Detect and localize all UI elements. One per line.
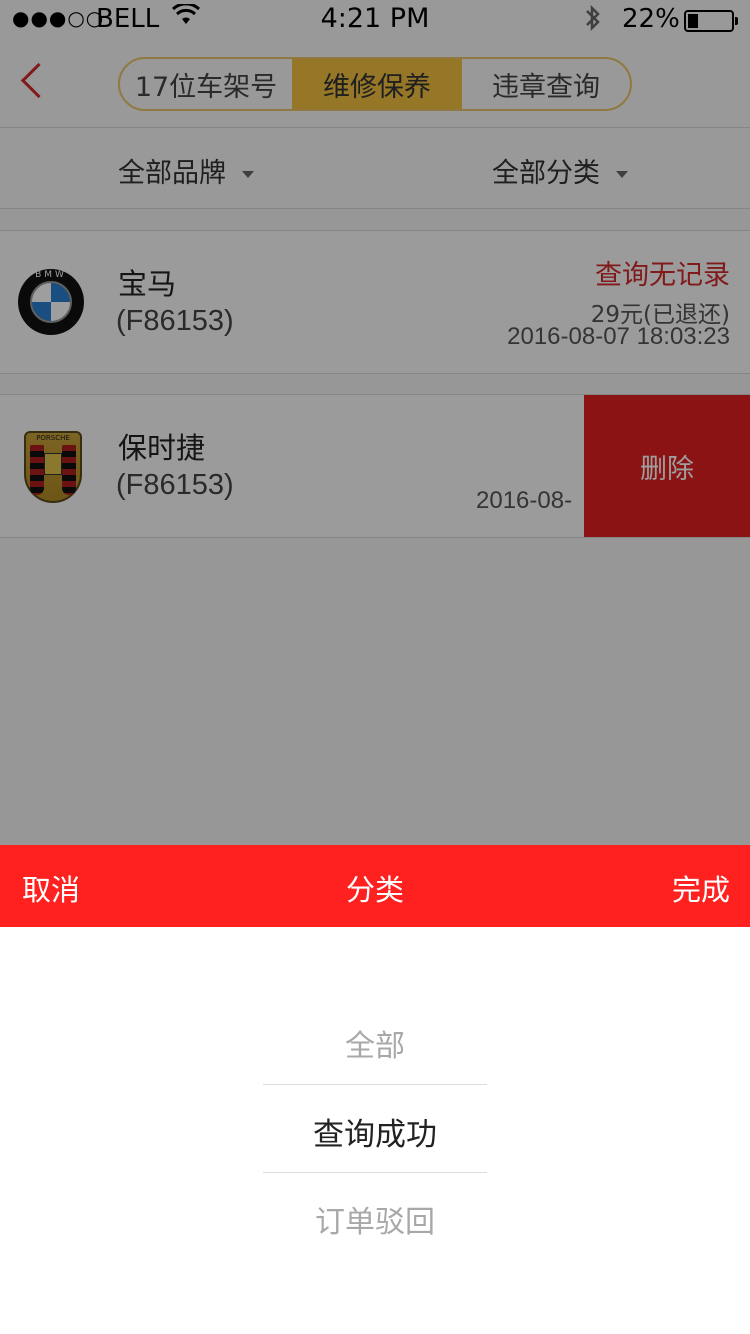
category-picker[interactable]: 全部 查询成功 订单驳回 (0, 927, 750, 1334)
done-button[interactable]: 完成 (672, 867, 730, 909)
picker-option[interactable]: 订单驳回 (0, 1197, 750, 1241)
picker-title: 分类 (345, 873, 404, 907)
picker-option[interactable]: 全部 (0, 1021, 750, 1065)
picker-toolbar: 取消 分类 完成 (0, 845, 750, 927)
picker-option-selected[interactable]: 查询成功 (0, 1109, 750, 1154)
dim-overlay[interactable] (0, 0, 750, 845)
selection-divider (263, 1172, 487, 1173)
selection-divider (263, 1084, 487, 1085)
